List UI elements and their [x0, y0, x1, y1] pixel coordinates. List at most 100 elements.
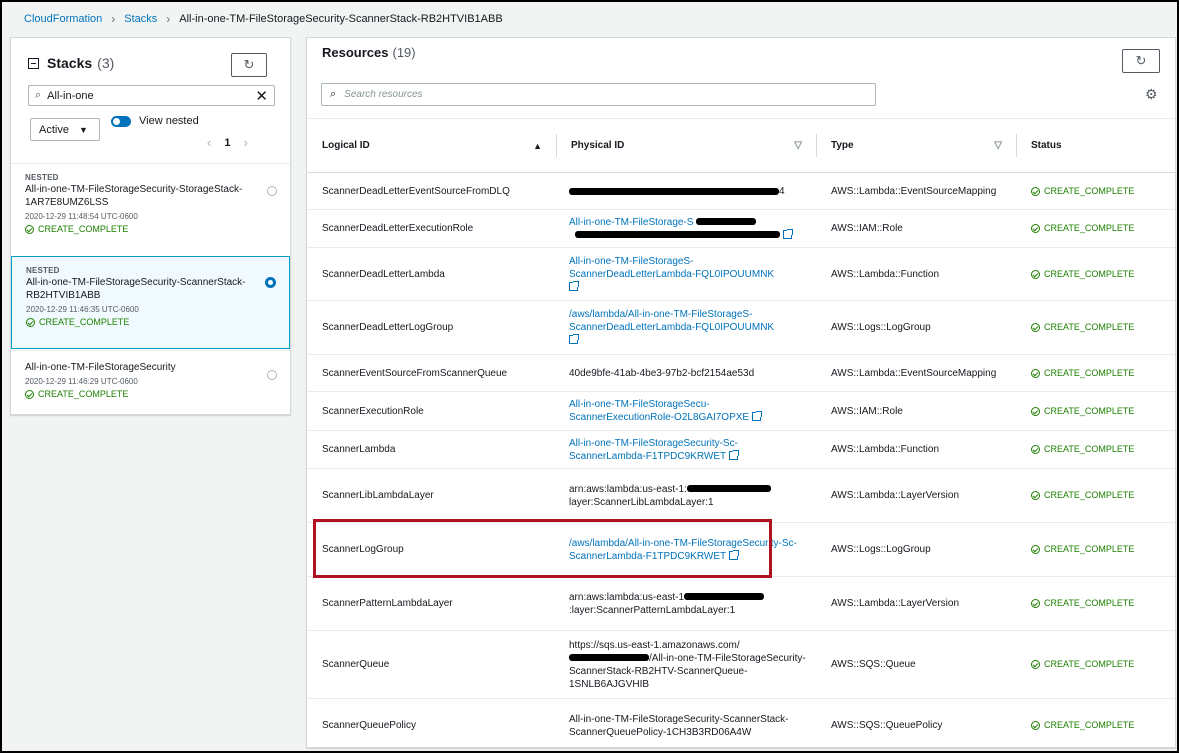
check-circle-icon — [1031, 445, 1040, 454]
logical-id: ScannerQueue — [322, 659, 390, 670]
external-link-icon[interactable] — [783, 228, 793, 239]
table-row: ScannerLibLambdaLayer arn:aws:lambda:us-… — [307, 469, 1175, 523]
refresh-icon: ↻ — [1135, 53, 1147, 68]
chevron-right-icon[interactable]: › — [243, 135, 247, 150]
resource-type: AWS::SQS::QueuePolicy — [831, 720, 943, 731]
resource-type: AWS::Lambda::EventSourceMapping — [831, 367, 997, 379]
physical-id: All-in-one-TM-FileStorageSecu-ScannerExe… — [556, 392, 816, 430]
resource-search-placeholder: Search resources — [344, 89, 423, 100]
status-filter-select[interactable]: Active ▼ — [30, 118, 100, 141]
stacks-pagination: ‹ 1 › — [207, 135, 248, 150]
stack-radio[interactable] — [267, 370, 277, 380]
logical-id: ScannerDeadLetterExecutionRole — [322, 223, 474, 234]
stack-name: All-in-one-TM-FileStorageSecurity-Storag… — [25, 184, 243, 208]
clear-icon[interactable]: ✕ — [255, 87, 268, 105]
physical-id: arn:aws:lambda:us-east-1:layer:ScannerLi… — [556, 469, 816, 522]
resource-status: CREATE_COMPLETE — [1016, 173, 1175, 209]
external-link-icon[interactable] — [752, 411, 763, 421]
column-header-logical-id[interactable]: Logical ID ▲ — [307, 119, 556, 172]
resource-type: AWS::Lambda::LayerVersion — [831, 598, 960, 609]
stacks-header: Stacks (3) — [28, 55, 114, 71]
physical-id: All-in-one-TM-FileStorage-S — [556, 210, 816, 247]
status-filter-value: Active — [39, 123, 69, 136]
stacks-panel: Stacks (3) ↻ ⌕ All-in-one ✕ Active ▼ Vie… — [10, 37, 291, 415]
physical-id-link[interactable]: All-in-one-TM-FileStorageS-ScannerDeadLe… — [569, 256, 774, 280]
toggle-switch[interactable] — [111, 115, 131, 127]
stack-radio[interactable] — [267, 186, 277, 196]
column-header-physical-id[interactable]: Physical ID ▽ — [556, 119, 816, 172]
stack-item[interactable]: NESTED All-in-one-TM-FileStorageSecurity… — [11, 163, 290, 255]
external-link-icon[interactable] — [569, 334, 579, 344]
physical-id: 4 — [556, 173, 816, 209]
physical-id-link[interactable]: All-in-one-TM-FileStorageSecurity-Sc-Sca… — [569, 438, 738, 462]
breadcrumb-current-stack: All-in-one-TM-FileStorageSecurity-Scanne… — [179, 13, 503, 25]
check-circle-icon — [1031, 224, 1040, 233]
sort-icon[interactable]: ▽ — [994, 140, 1002, 151]
stack-item[interactable]: All-in-one-TM-FileStorageSecurity 2020-1… — [11, 350, 290, 414]
stack-item-selected[interactable]: NESTED All-in-one-TM-FileStorageSecurity… — [11, 256, 290, 349]
resource-search-input[interactable]: ⌕ Search resources — [321, 83, 876, 106]
column-header-status: Status — [1016, 119, 1175, 172]
sort-icon[interactable]: ▽ — [794, 140, 802, 151]
resource-status: CREATE_COMPLETE — [1016, 210, 1175, 247]
chevron-right-icon: › — [166, 12, 171, 26]
check-circle-icon — [1031, 491, 1040, 500]
resource-type: AWS::SQS::Queue — [831, 659, 916, 670]
physical-id: All-in-one-TM-FileStorageSecurity-Sc-Sca… — [556, 431, 816, 468]
stack-status-text: CREATE_COMPLETE — [38, 389, 129, 399]
resources-title-text: Resources — [322, 45, 389, 60]
resource-status-text: CREATE_COMPLETE — [1044, 268, 1135, 279]
nested-tag: NESTED — [26, 266, 60, 275]
stack-status: CREATE_COMPLETE — [26, 317, 275, 327]
stack-search-input[interactable]: ⌕ All-in-one ✕ — [28, 85, 275, 106]
stacks-refresh-button[interactable]: ↻ — [231, 53, 267, 77]
gear-icon[interactable]: ⚙ — [1145, 86, 1158, 103]
logical-id: ScannerDeadLetterLambda — [322, 268, 445, 280]
resource-type: AWS::Lambda::EventSourceMapping — [831, 185, 997, 197]
resource-status: CREATE_COMPLETE — [1016, 699, 1175, 752]
search-icon: ⌕ — [35, 89, 42, 101]
physical-id-link[interactable]: /aws/lambda/All-in-one-TM-FileStorageS-S… — [569, 309, 774, 333]
caret-down-icon: ▼ — [78, 124, 88, 135]
redaction-mark — [569, 187, 779, 195]
breadcrumb-stacks-link[interactable]: Stacks — [124, 13, 157, 25]
physical-id: /aws/lambda/All-in-one-TM-FileStorageS-S… — [556, 301, 816, 354]
search-icon: ⌕ — [330, 88, 337, 100]
physical-id: 40de9bfe-41ab-4be3-97b2-bcf2154ae53d — [569, 367, 755, 379]
resource-status-text: CREATE_COMPLETE — [1044, 720, 1135, 730]
physical-id-link[interactable]: All-in-one-TM-FileStorage-S — [569, 217, 693, 228]
view-nested-toggle[interactable]: View nested — [111, 115, 199, 127]
check-circle-icon — [26, 317, 35, 327]
table-row: ScannerDeadLetterEventSourceFromDLQ 4 AW… — [307, 173, 1175, 210]
resource-type: AWS::Lambda::Function — [831, 268, 940, 280]
column-header-type[interactable]: Type ▽ — [816, 119, 1016, 172]
resources-refresh-button[interactable]: ↻ — [1122, 49, 1160, 73]
logical-id: ScannerEventSourceFromScannerQueue — [322, 367, 508, 379]
column-label: Status — [1031, 140, 1062, 151]
resource-status-text: CREATE_COMPLETE — [1044, 185, 1135, 196]
physical-id-text: 4 — [779, 185, 785, 197]
resource-type: AWS::IAM::Role — [831, 405, 903, 417]
page-number[interactable]: 1 — [224, 137, 230, 149]
external-link-icon[interactable] — [569, 280, 579, 291]
breadcrumb-cloudformation-link[interactable]: CloudFormation — [24, 13, 102, 25]
resource-status-text: CREATE_COMPLETE — [1044, 659, 1135, 669]
physical-id: All-in-one-TM-FileStorageSecurity-Scanne… — [569, 713, 789, 738]
resource-type: AWS::Lambda::Function — [831, 444, 940, 455]
collapse-icon[interactable] — [28, 57, 39, 69]
console-frame: CloudFormation › Stacks › All-in-one-TM-… — [0, 0, 1179, 753]
table-row: ScannerPatternLambdaLayer arn:aws:lambda… — [307, 577, 1175, 631]
check-circle-icon — [25, 224, 34, 234]
check-circle-icon — [1031, 721, 1040, 730]
physical-id-link[interactable]: All-in-one-TM-FileStorageSecu-ScannerExe… — [569, 399, 749, 423]
resource-status: CREATE_COMPLETE — [1016, 523, 1175, 576]
sort-ascending-icon[interactable]: ▲ — [533, 141, 542, 151]
stack-radio-selected[interactable] — [265, 277, 276, 288]
resource-status-text: CREATE_COMPLETE — [1044, 367, 1135, 378]
chevron-left-icon[interactable]: ‹ — [207, 135, 211, 150]
resource-type: AWS::Logs::LogGroup — [831, 544, 931, 555]
stack-search-value: All-in-one — [47, 89, 94, 102]
table-row: ScannerExecutionRole All-in-one-TM-FileS… — [307, 392, 1175, 431]
physical-id-prefix: arn:aws:lambda:us-east-1: — [569, 483, 687, 495]
external-link-icon[interactable] — [729, 449, 740, 460]
